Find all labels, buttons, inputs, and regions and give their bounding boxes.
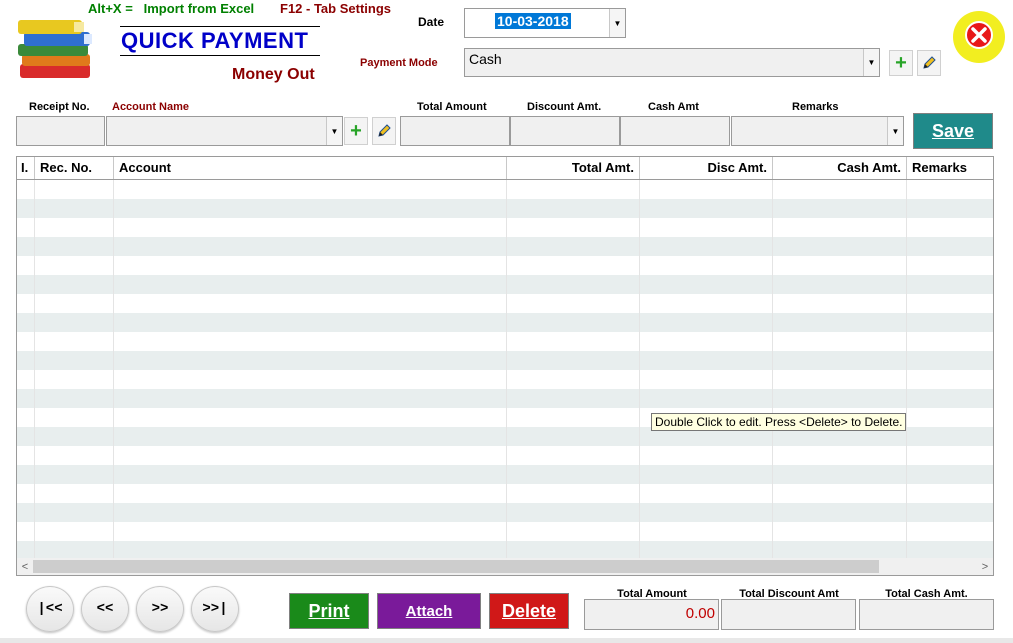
- col-header-total-amt[interactable]: Total Amt.: [507, 157, 640, 179]
- total-amount-label: Total Amount: [417, 101, 487, 113]
- total-amount-footer-value: 0.00: [584, 599, 719, 630]
- shortcut-tab-settings: F12 - Tab Settings: [280, 1, 391, 16]
- horizontal-scrollbar[interactable]: < >: [17, 558, 993, 575]
- add-account-button[interactable]: +: [344, 117, 368, 145]
- discount-amt-input[interactable]: [510, 116, 620, 146]
- close-circle-icon: [953, 11, 1005, 63]
- account-dropdown-icon[interactable]: ▼: [326, 117, 342, 145]
- attach-button[interactable]: Attach: [377, 593, 481, 629]
- save-button[interactable]: Save: [913, 113, 993, 149]
- scrollbar-thumb[interactable]: [33, 560, 879, 573]
- receipt-no-label: Receipt No.: [29, 101, 90, 113]
- pencil-icon: [378, 124, 391, 137]
- total-discount-footer-value: [721, 599, 856, 630]
- empty-row: [17, 237, 993, 256]
- remarks-label: Remarks: [792, 101, 839, 113]
- cash-amt-label: Cash Amt: [648, 101, 699, 113]
- page-title: QUICK PAYMENT: [121, 28, 309, 53]
- discount-amt-label: Discount Amt.: [527, 101, 602, 113]
- grid-header: I. Rec. No. Account Total Amt. Disc Amt.…: [17, 157, 993, 180]
- empty-row: [17, 389, 993, 408]
- empty-row: [17, 370, 993, 389]
- receipt-no-input[interactable]: [16, 116, 105, 146]
- date-dropdown-icon[interactable]: ▼: [609, 9, 625, 37]
- empty-row: [17, 256, 993, 275]
- empty-row: [17, 275, 993, 294]
- account-name-label: Account Name: [112, 101, 190, 113]
- empty-row: [17, 465, 993, 484]
- date-label: Date: [418, 15, 445, 29]
- last-record-button[interactable]: >>|: [191, 586, 239, 632]
- date-value: 10-03-2018: [495, 13, 571, 29]
- total-amount-input[interactable]: [400, 116, 510, 146]
- close-button[interactable]: [952, 10, 1006, 64]
- total-cash-footer-value: [859, 599, 994, 630]
- plus-icon: +: [350, 120, 362, 142]
- previous-record-button[interactable]: <<: [81, 586, 129, 632]
- delete-button[interactable]: Delete: [489, 593, 569, 629]
- payment-mode-select[interactable]: Cash ▼: [464, 48, 880, 77]
- shortcut-excel-label: Import from Excel: [143, 1, 255, 16]
- scroll-left-icon[interactable]: <: [17, 558, 33, 575]
- edit-payment-mode-button[interactable]: [917, 50, 941, 76]
- payments-grid[interactable]: I. Rec. No. Account Total Amt. Disc Amt.…: [16, 156, 994, 576]
- empty-row: [17, 180, 993, 199]
- empty-row: [17, 503, 993, 522]
- col-header-account[interactable]: Account: [114, 157, 507, 179]
- grid-rows[interactable]: [17, 180, 993, 560]
- payment-mode-label: Payment Mode: [360, 57, 438, 69]
- add-payment-mode-button[interactable]: +: [889, 50, 913, 76]
- cash-amt-input[interactable]: [620, 116, 730, 146]
- col-header-rec-no[interactable]: Rec. No.: [35, 157, 114, 179]
- col-header-index[interactable]: I.: [17, 157, 35, 179]
- remarks-dropdown-icon[interactable]: ▼: [887, 117, 903, 145]
- empty-row: [17, 294, 993, 313]
- books-logo-icon: [14, 16, 102, 84]
- empty-row: [17, 351, 993, 370]
- empty-row: [17, 218, 993, 237]
- edit-account-button[interactable]: [372, 117, 396, 145]
- payment-mode-value: Cash: [469, 51, 502, 67]
- remarks-select[interactable]: ▼: [731, 116, 904, 146]
- shortcut-excel-key: Alt+X =: [88, 1, 133, 16]
- bottom-strip: [0, 638, 1013, 643]
- date-picker[interactable]: 10-03-2018 ▼: [464, 8, 626, 38]
- plus-icon: +: [895, 52, 907, 74]
- account-name-select[interactable]: ▼: [106, 116, 343, 146]
- grid-tooltip: Double Click to edit. Press <Delete> to …: [651, 413, 907, 431]
- col-header-remarks[interactable]: Remarks: [907, 157, 993, 179]
- print-button[interactable]: Print: [289, 593, 369, 629]
- col-header-disc-amt[interactable]: Disc Amt.: [640, 157, 773, 179]
- first-record-button[interactable]: |<<: [26, 586, 74, 632]
- pencil-icon: [923, 56, 936, 69]
- page-subtitle: Money Out: [232, 66, 315, 83]
- empty-row: [17, 313, 993, 332]
- empty-row: [17, 484, 993, 503]
- payment-mode-dropdown-icon[interactable]: ▼: [863, 49, 879, 76]
- empty-row: [17, 522, 993, 541]
- next-record-button[interactable]: >>: [136, 586, 184, 632]
- scroll-right-icon[interactable]: >: [977, 558, 993, 575]
- empty-row: [17, 446, 993, 465]
- col-header-cash-amt[interactable]: Cash Amt.: [773, 157, 907, 179]
- empty-row: [17, 199, 993, 218]
- empty-row: [17, 332, 993, 351]
